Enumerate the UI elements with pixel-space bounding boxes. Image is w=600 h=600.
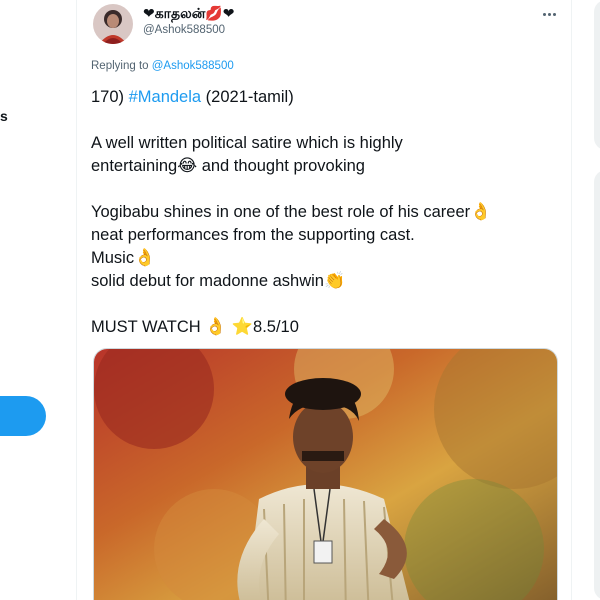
star-emoji-icon: ⭐: [226, 317, 254, 337]
right-panel-card: [594, 170, 600, 600]
tweet-text: 170) #Mandela (2021-tamil) A well writte…: [91, 86, 561, 339]
tweet-media-image[interactable]: [93, 348, 558, 600]
tweet-compose-button[interactable]: [0, 396, 46, 436]
ok-hand-emoji-icon: 👌: [470, 202, 492, 222]
replying-to-line: Replying to @Ashok588500: [91, 60, 234, 72]
tweet-line: entertaining😂 and thought provoking: [91, 155, 561, 178]
tweet-line: A well written political satire which is…: [91, 134, 403, 152]
tweet-line-text: and thought provoking: [197, 157, 365, 175]
author-display-name[interactable]: ❤காதலன்💋❤: [143, 6, 234, 24]
replying-to-label: Replying to: [91, 60, 152, 72]
tweet-line-number: 170): [91, 88, 129, 106]
avatar[interactable]: [93, 4, 133, 44]
tweet-line-text: MUST WATCH: [91, 318, 206, 336]
clapping-hands-emoji-icon: 👏: [323, 271, 346, 291]
tweet-rating: 8.5/10: [253, 318, 299, 336]
right-panel-card: [594, 0, 600, 150]
ok-hand-emoji-icon: 👌: [205, 317, 227, 337]
ok-hand-emoji-icon: 👌: [134, 248, 156, 268]
tweet-line-title: 170) #Mandela (2021-tamil): [91, 86, 561, 109]
tweet-line-text: entertaining: [91, 157, 178, 175]
tweet-line: Music👌: [91, 247, 561, 270]
sidebar-nav-label-partial[interactable]: s: [0, 108, 8, 124]
tweet-line-text: solid debut for madonne ashwin: [91, 272, 324, 290]
replying-to-mention[interactable]: @Ashok588500: [152, 60, 234, 72]
hashtag-link[interactable]: #Mandela: [129, 88, 201, 106]
tweet-line: neat performances from the supporting ca…: [91, 226, 415, 244]
tweet-line-text: Yogibabu shines in one of the best role …: [91, 203, 471, 221]
joy-emoji-icon: 😂: [177, 156, 198, 176]
author-handle[interactable]: @Ashok588500: [143, 24, 225, 36]
tweet-thread-column: ❤காதலன்💋❤ @Ashok588500 Replying to @Asho…: [76, 0, 572, 600]
tweet-line: Yogibabu shines in one of the best role …: [91, 201, 561, 224]
tweet-line: solid debut for madonne ashwin👏: [91, 270, 561, 293]
tweet-line-year: (2021-tamil): [201, 88, 294, 106]
twitter-page: s ❤காதலன்💋❤ @Ashok588500 Replying to @As…: [0, 0, 600, 600]
tweet-line-text: Music: [91, 249, 135, 267]
more-horizontal-icon[interactable]: [537, 4, 561, 24]
tweet-line: MUST WATCH 👌 ⭐8.5/10: [91, 316, 561, 339]
